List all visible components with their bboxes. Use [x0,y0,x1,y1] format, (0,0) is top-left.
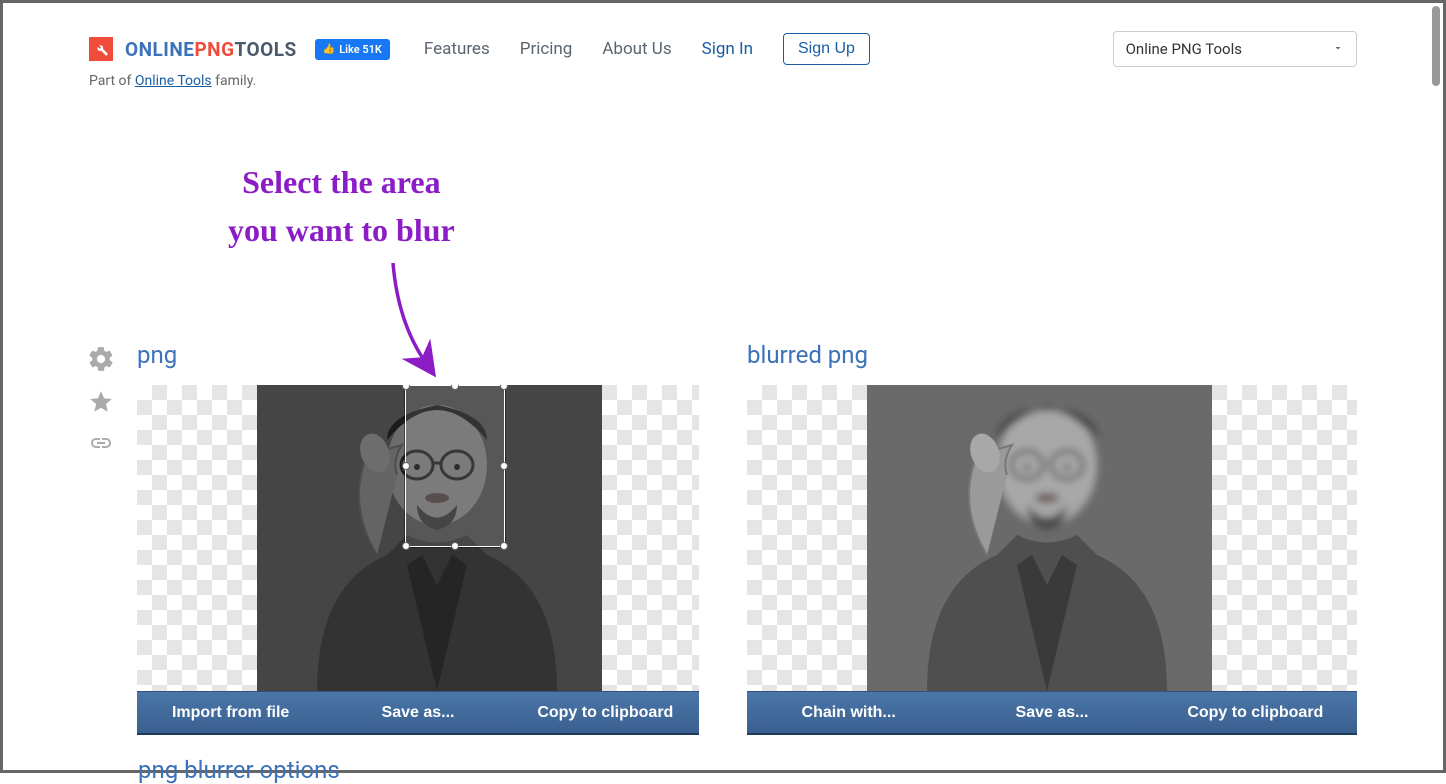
input-panel: png [89,341,699,735]
main-content: png [89,341,1357,735]
nav-features[interactable]: Features [424,39,490,59]
resize-handle-bot-right[interactable] [500,542,508,550]
tool-selector-label: Online PNG Tools [1126,40,1242,58]
resize-handle-top-mid[interactable] [451,385,459,390]
wrench-icon [89,37,113,61]
save-as-button-right[interactable]: Save as... [950,692,1153,733]
output-image [867,385,1212,691]
resize-handle-mid-right[interactable] [500,462,508,470]
subheader: Part of Online Tools family. [3,71,1443,89]
scrollbar-thumb[interactable] [1432,6,1440,86]
logo[interactable]: ONLINEPNGTOOLS [89,37,297,61]
signup-button[interactable]: Sign Up [783,33,870,65]
nav: Features Pricing About Us Sign In Sign U… [424,33,870,65]
input-panel-title: png [137,341,699,369]
copy-clipboard-button-left[interactable]: Copy to clipboard [512,692,699,733]
copy-clipboard-button-right[interactable]: Copy to clipboard [1154,692,1357,733]
input-action-bar: Import from file Save as... Copy to clip… [137,691,699,735]
tool-selector-dropdown[interactable]: Online PNG Tools [1113,31,1357,67]
star-icon[interactable] [88,389,114,419]
resize-handle-bot-left[interactable] [402,542,410,550]
side-toolbar [87,345,115,459]
resize-handle-mid-left[interactable] [402,462,410,470]
subheader-prefix: Part of [89,73,135,89]
nav-signin[interactable]: Sign In [702,39,753,59]
output-action-bar: Chain with... Save as... Copy to clipboa… [747,691,1357,735]
resize-handle-top-left[interactable] [402,385,410,390]
annotation-text: Select the area you want to blur [228,158,455,254]
options-title: png blurrer options [138,756,340,784]
selection-box[interactable] [405,385,505,547]
input-image-area[interactable] [137,385,699,691]
logo-text: ONLINEPNGTOOLS [125,38,297,61]
chevron-down-icon [1332,40,1344,58]
import-button[interactable]: Import from file [137,692,324,733]
header: ONLINEPNGTOOLS Like 51K Features Pricing… [3,3,1443,71]
output-image-area[interactable] [747,385,1357,691]
subheader-suffix: family. [212,73,257,89]
fb-like-button[interactable]: Like 51K [315,39,390,60]
chain-with-button[interactable]: Chain with... [747,692,950,733]
output-panel-title: blurred png [747,341,1357,369]
gear-icon[interactable] [87,345,115,377]
save-as-button-left[interactable]: Save as... [324,692,511,733]
resize-handle-bot-mid[interactable] [451,542,459,550]
annotation-line2: you want to blur [228,206,455,254]
nav-pricing[interactable]: Pricing [520,39,573,59]
output-panel: blurred png [747,341,1357,735]
online-tools-link[interactable]: Online Tools [135,73,212,89]
annotation-line1: Select the area [228,158,455,206]
nav-about[interactable]: About Us [602,39,671,59]
link-icon[interactable] [89,431,113,459]
